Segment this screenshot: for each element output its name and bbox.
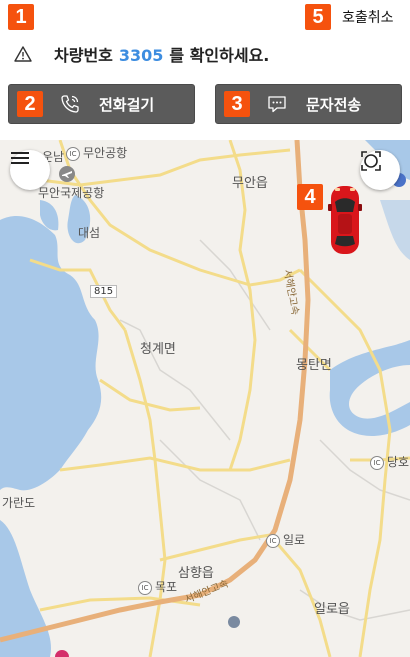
phone-icon bbox=[61, 95, 79, 113]
callout-badge-4: 4 bbox=[297, 184, 323, 210]
chat-bubble-icon bbox=[268, 96, 286, 113]
callout-badge-2: 2 bbox=[17, 91, 43, 117]
label-dangho-ic: IC 당호 bbox=[370, 453, 409, 470]
label-mokpo: 목포 bbox=[155, 580, 178, 594]
menu-button[interactable] bbox=[10, 150, 50, 190]
callout-badge-1: 1 bbox=[8, 4, 34, 30]
ic-marker: IC bbox=[370, 455, 384, 470]
callout-badge-5: 5 bbox=[305, 4, 331, 30]
my-location-button[interactable] bbox=[360, 150, 400, 190]
label-iloeup: 일로읍 bbox=[314, 602, 350, 617]
label-muan-airport: 무안공항 bbox=[83, 146, 128, 160]
plate-number: 3305 bbox=[118, 46, 164, 65]
ic-marker: IC bbox=[266, 533, 280, 548]
airport-icon bbox=[59, 166, 75, 182]
ic-marker: IC bbox=[66, 146, 80, 161]
label-illo-ic: IC 일로 bbox=[266, 531, 305, 548]
plate-notice-text: 차량번호 3305 를 확인하세요. bbox=[54, 42, 269, 66]
label-cheonggyemyeon: 청계면 bbox=[140, 342, 176, 357]
label-muan-airport-ic: IC 무안공항 bbox=[66, 144, 127, 161]
label-muan-intl-airport: 무안국제공항 bbox=[38, 186, 105, 200]
label-mokpo-ic: IC 목포 bbox=[138, 578, 177, 595]
route-815-tag: 815 bbox=[90, 285, 118, 298]
label-mongtanmyeon: 몽탄면 bbox=[296, 358, 332, 373]
car-icon[interactable] bbox=[328, 184, 362, 256]
plate-notice-prefix: 차량번호 bbox=[54, 46, 113, 65]
label-muaneup: 무안읍 bbox=[232, 176, 268, 191]
sms-button-label: 문자전송 bbox=[306, 95, 362, 114]
plate-notice-suffix: 를 확인하세요. bbox=[169, 46, 270, 65]
call-status-panel: 1 5 호출취소 차량번호 3305 를 확인하세요. 2 전화걸기 3 문자전송 bbox=[0, 0, 410, 140]
label-garando: 가란도 bbox=[2, 496, 36, 510]
label-samhyangeup: 삼향읍 bbox=[178, 566, 214, 581]
locate-icon bbox=[361, 151, 381, 171]
ic-marker: IC bbox=[138, 580, 152, 595]
label-illo: 일로 bbox=[283, 533, 306, 547]
label-daeseom: 대섬 bbox=[78, 226, 101, 240]
sms-button[interactable]: 3 문자전송 bbox=[215, 84, 402, 124]
call-button[interactable]: 2 전화걸기 bbox=[8, 84, 195, 124]
cancel-call-button[interactable]: 호출취소 bbox=[342, 7, 394, 27]
map-view[interactable]: 운남 IC 무안공항 무안국제공항 대섬 815 무안읍 청계면 몽탄면 가란도 … bbox=[0, 140, 410, 657]
plate-notice: 차량번호 3305 를 확인하세요. bbox=[14, 42, 269, 66]
hamburger-icon bbox=[11, 152, 29, 164]
call-button-label: 전화걸기 bbox=[99, 95, 155, 114]
label-dangho: 당호 bbox=[387, 455, 410, 469]
warning-icon bbox=[14, 46, 32, 62]
callout-badge-3: 3 bbox=[224, 91, 250, 117]
